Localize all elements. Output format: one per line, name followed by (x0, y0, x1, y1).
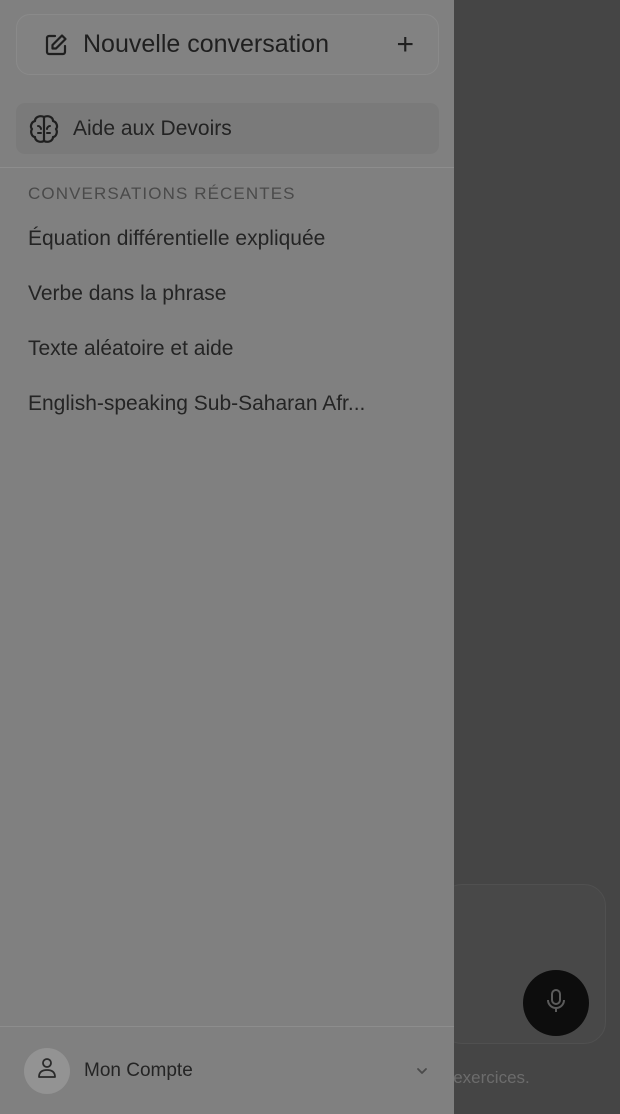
conversation-item[interactable]: English-speaking Sub-Saharan Afr... (28, 389, 443, 444)
plus-icon: + (396, 27, 414, 61)
user-icon (37, 1057, 57, 1084)
recent-conversations-list: Équation différentielle expliquée Verbe … (28, 224, 443, 444)
section-divider (0, 167, 454, 168)
new-conversation-label: Nouvelle conversation (83, 30, 329, 58)
microphone-icon (545, 988, 567, 1019)
brain-icon (27, 112, 61, 146)
account-label: Mon Compte (84, 1059, 193, 1081)
conversation-item[interactable]: Équation différentielle expliquée (28, 224, 443, 279)
voice-input-button[interactable] (523, 970, 589, 1036)
conversation-item[interactable]: Verbe dans la phrase (28, 279, 443, 334)
sidebar-item-homework-help[interactable]: Aide aux Devoirs (16, 103, 439, 154)
account-menu-button[interactable]: Mon Compte (0, 1027, 454, 1114)
conversation-item[interactable]: Texte aléatoire et aide (28, 334, 443, 389)
sidebar-item-label: Aide aux Devoirs (73, 116, 232, 140)
new-conversation-button[interactable]: Nouvelle conversation + (16, 14, 439, 75)
avatar (24, 1047, 70, 1094)
sidebar-drawer: Nouvelle conversation + Aide aux Devoirs… (0, 0, 454, 1114)
recent-conversations-heading: CONVERSATIONS RÉCENTES (28, 184, 296, 203)
chevron-down-icon (414, 1063, 430, 1079)
edit-icon (43, 32, 69, 58)
